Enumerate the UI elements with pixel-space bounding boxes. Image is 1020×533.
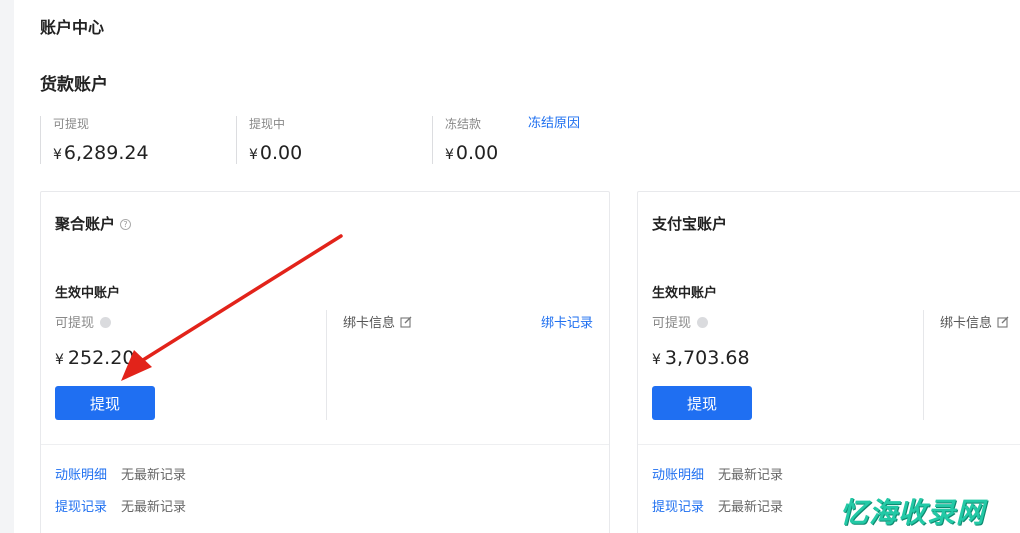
summary-frozen-label: 冻结款 [445,117,482,131]
divider [923,310,924,420]
info-dot-icon[interactable] [100,317,112,328]
aggregate-withdraw-record-row: 提现记录 无最新记录 [55,500,186,516]
alipay-withdrawable-text: 可提现 [652,316,692,331]
summary-withdrawing-amount: 0.00 [259,142,303,164]
summary-withdrawable: 可提现 ¥6,289.24 [40,116,149,164]
watermark-logo: 忆海收录网 [840,496,986,529]
summary-frozen-amount: 0.00 [455,142,499,164]
aggregate-account-card: 聚合账户? 生效中账户 可提现 ¥252.20 提现 绑卡信息 绑卡记录 动账明… [40,191,610,533]
currency-symbol: ¥ [445,147,454,163]
alipay-amount: ¥3,703.68 [652,347,750,369]
aggregate-amount-value: 252.20 [67,347,135,369]
alipay-withdraw-button[interactable]: 提现 [652,386,752,420]
alipay-withdraw-record-link[interactable]: 提现记录 [652,500,704,515]
alipay-active-label: 生效中账户 [652,286,718,301]
aggregate-ledger-status: 无最新记录 [121,468,187,483]
alipay-withdraw-record-status: 无最新记录 [718,500,784,515]
alipay-bind-info-label: 绑卡信息 [940,316,993,331]
aggregate-withdraw-record-status: 无最新记录 [121,500,187,515]
alipay-bind-info: 绑卡信息 [940,312,1009,331]
aggregate-ledger-row: 动账明细 无最新记录 [55,468,186,484]
aggregate-card-title-text: 聚合账户 [55,215,116,233]
aggregate-active-label: 生效中账户 [55,286,121,301]
alipay-ledger-link[interactable]: 动账明细 [652,468,704,483]
alipay-ledger-row: 动账明细 无最新记录 [652,468,783,484]
alipay-ledger-status: 无最新记录 [718,468,784,483]
summary-frozen-value: ¥0.00 [445,142,498,166]
page-title: 账户中心 [40,18,105,37]
left-sidebar-edge [0,0,14,533]
summary-withdrawing-label: 提现中 [249,117,286,131]
aggregate-withdraw-button[interactable]: 提现 [55,386,155,420]
summary-withdrawable-value: ¥6,289.24 [53,142,149,166]
aggregate-card-title: 聚合账户? [55,213,132,234]
edit-icon[interactable] [997,316,1009,328]
alipay-withdraw-record-row: 提现记录 无最新记录 [652,500,783,516]
help-circle-icon[interactable]: ? [120,219,132,230]
alipay-card-title: 支付宝账户 [652,215,728,233]
aggregate-withdraw-record-link[interactable]: 提现记录 [55,500,107,515]
card-divider [41,444,609,445]
section-title: 货款账户 [40,75,108,95]
divider [326,310,327,420]
aggregate-ledger-link[interactable]: 动账明细 [55,468,107,483]
summary-withdrawing: 提现中 ¥0.00 [236,116,302,164]
aggregate-bind-record-link[interactable]: 绑卡记录 [541,312,593,331]
summary-withdrawing-value: ¥0.00 [249,142,302,166]
alipay-withdrawable-label: 可提现 [652,312,709,331]
currency-symbol: ¥ [249,147,258,163]
aggregate-withdrawable-label: 可提现 [55,312,112,331]
aggregate-bind-info: 绑卡信息 [343,312,412,331]
summary-frozen: 冻结款 ¥0.00 [432,116,498,164]
aggregate-amount: ¥252.20 [55,347,134,369]
currency-symbol: ¥ [53,147,62,163]
aggregate-bind-info-label: 绑卡信息 [343,316,396,331]
edit-icon[interactable] [400,316,412,328]
summary-withdrawable-amount: 6,289.24 [63,142,149,164]
currency-symbol: ¥ [652,352,661,368]
alipay-amount-value: 3,703.68 [664,347,750,369]
info-dot-icon[interactable] [697,317,709,328]
card-divider [638,444,1020,445]
summary-withdrawable-label: 可提现 [53,117,90,131]
freeze-reason-link[interactable]: 冻结原因 [528,116,580,132]
currency-symbol: ¥ [55,352,64,368]
aggregate-withdrawable-text: 可提现 [55,316,95,331]
alipay-account-card: 支付宝账户 生效中账户 可提现 ¥3,703.68 提现 绑卡信息 动账明细 无最… [637,191,1020,533]
